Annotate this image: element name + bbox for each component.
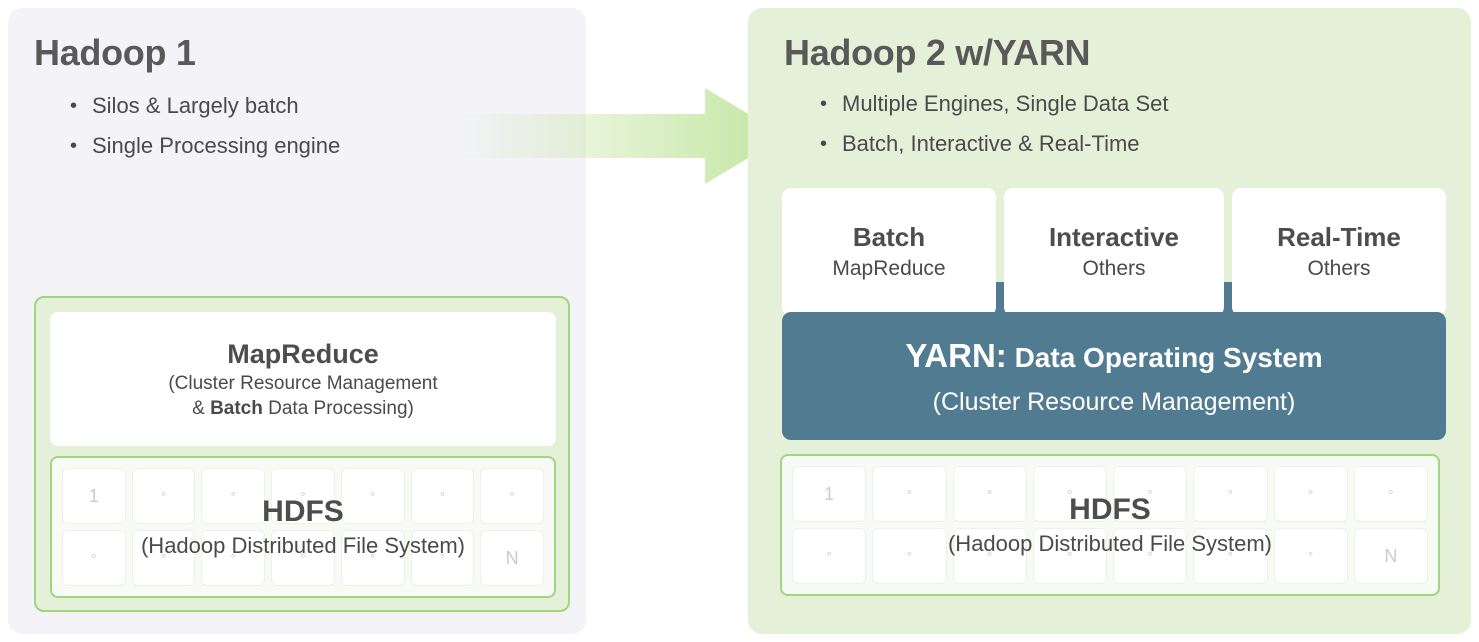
yarn-name: YARN: (905, 336, 1007, 374)
engine-title: Real-Time (1277, 222, 1401, 252)
list-item: Multiple Engines, Single Data Set (816, 84, 1169, 124)
hdfs-node-cell: ° (952, 528, 1027, 584)
engine-title: Batch (852, 222, 926, 252)
hadoop1-bullet-list: Silos & Largely batch Single Processing … (66, 86, 340, 166)
hdfs-node-cell: ° (131, 530, 196, 586)
hdfs-node-cell: ° (1273, 528, 1348, 584)
hdfs-node-cell: ° (792, 528, 867, 584)
hdfs-node-cell: ° (1273, 466, 1348, 522)
mapreduce-sub-bold: Batch (210, 398, 263, 419)
hdfs-node-cell: ° (271, 468, 335, 524)
hadoop1-panel: Hadoop 1 Silos & Largely batch Single Pr… (8, 8, 586, 634)
hdfs-node-cell: N (480, 530, 544, 586)
mapreduce-title: MapReduce (227, 339, 379, 369)
hdfs-node-cell: ° (952, 466, 1027, 522)
mapreduce-sub-prefix: & (192, 398, 211, 419)
hdfs-node-cell: 1 (62, 468, 126, 524)
hdfs-node-cell: ° (1032, 528, 1107, 584)
engine-title: Interactive (1048, 222, 1180, 252)
hdfs-node-cell: ° (1193, 466, 1268, 522)
hdfs-node-cell: ° (872, 528, 947, 584)
page-title-hadoop2: Hadoop 2 w/YARN (784, 32, 1091, 73)
mapreduce-subtitle-line1: (Cluster Resource Management (168, 373, 438, 394)
hdfs-node-cell: ° (271, 530, 335, 586)
list-item: Batch, Interactive & Real-Time (816, 124, 1169, 164)
engine-box-real-time: Real-Time Others (1232, 188, 1446, 316)
hdfs-node-cell: N (1353, 528, 1428, 584)
hdfs-node-grid: 1 ° ° ° ° ° ° ° ° ° ° ° ° ° ° N (792, 466, 1428, 584)
engine-subtitle: MapReduce (832, 257, 946, 280)
hdfs-node-cell: ° (410, 468, 475, 524)
engine-subtitle: Others (1082, 257, 1146, 280)
mapreduce-sub-suffix: Data Processing) (262, 398, 414, 419)
list-item: Single Processing engine (66, 126, 340, 166)
hdfs-block-hadoop1: 1 ° ° ° ° ° ° ° ° ° ° ° ° N HDFS (Hadoop Distributed … (50, 456, 556, 598)
hdfs-node-cell: ° (410, 530, 475, 586)
engine-box-batch: Batch MapReduce (782, 188, 996, 316)
hdfs-node-cell: ° (1032, 466, 1107, 522)
hdfs-node-cell: ° (1353, 466, 1428, 522)
hdfs-node-cell: ° (62, 530, 126, 586)
hadoop2-panel: Hadoop 2 w/YARN Multiple Engines, Single… (748, 8, 1471, 634)
yarn-tagline: Data Operating System (1006, 341, 1323, 373)
hdfs-node-cell: ° (1193, 528, 1268, 584)
yarn-subtitle: (Cluster Resource Management) (932, 387, 1296, 416)
engine-box-interactive: Interactive Others (1004, 188, 1224, 316)
mapreduce-subtitle-line2: & Batch Data Processing) (192, 396, 414, 421)
hdfs-node-cell: ° (1113, 528, 1188, 584)
hdfs-node-grid: 1 ° ° ° ° ° ° ° ° ° ° ° ° N (62, 468, 544, 586)
hdfs-node-cell: 1 (792, 466, 867, 522)
hdfs-node-cell: ° (131, 468, 196, 524)
hdfs-node-cell: ° (340, 468, 405, 524)
hdfs-node-cell: ° (340, 530, 405, 586)
hadoop2-bullet-list: Multiple Engines, Single Data Set Batch,… (816, 84, 1169, 164)
hdfs-node-cell: ° (872, 466, 947, 522)
hdfs-node-cell: ° (201, 530, 266, 586)
hdfs-node-cell: ° (1113, 466, 1188, 522)
yarn-headline: YARN: Data Operating System (905, 334, 1322, 385)
mapreduce-box: MapReduce (Cluster Resource Management &… (50, 312, 556, 446)
page-title-hadoop1: Hadoop 1 (34, 32, 196, 73)
hdfs-node-cell: ° (480, 468, 544, 524)
engine-subtitle: Others (1307, 257, 1371, 280)
list-item: Silos & Largely batch (66, 86, 340, 126)
yarn-bar: YARN: Data Operating System (Cluster Res… (782, 312, 1446, 440)
hdfs-node-cell: ° (201, 468, 266, 524)
hdfs-block-hadoop2: 1 ° ° ° ° ° ° ° ° ° ° ° ° ° ° N HDFS (Hadoop Distribute… (780, 454, 1440, 596)
hadoop1-stack: MapReduce (Cluster Resource Management &… (34, 296, 570, 612)
